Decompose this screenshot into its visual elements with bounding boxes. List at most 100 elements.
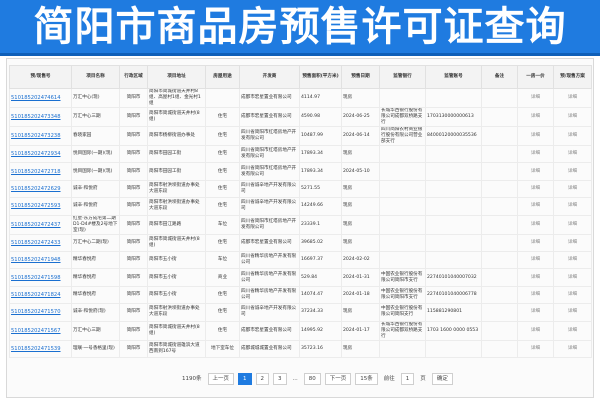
project-address: 简阳市简城街道天井村(8组) [147, 233, 206, 252]
license-number-link[interactable]: 510185202472433 [9, 233, 72, 252]
project-name: 理联·一号香格里(现) [71, 339, 120, 358]
plan-detail-link[interactable]: 详细 [553, 285, 592, 305]
presale-area: 4590.98 [299, 107, 342, 127]
price-detail-link[interactable]: 详细 [517, 126, 554, 146]
building-use: 住宅 [205, 285, 240, 305]
license-number-link[interactable]: 510185202472934 [9, 144, 72, 164]
price-detail-link[interactable]: 详细 [517, 285, 554, 305]
page-button-3[interactable]: 3 [273, 373, 287, 385]
plan-detail-link[interactable]: 详细 [553, 214, 592, 235]
plan-detail-link[interactable]: 详细 [553, 320, 592, 341]
presale-area: 14074.47 [299, 285, 342, 305]
building-use: 住宅 [205, 144, 240, 164]
plan-detail-link[interactable]: 详细 [553, 179, 592, 199]
plan-detail-link[interactable]: 详细 [553, 303, 592, 322]
presale-date: 现房 [341, 88, 380, 108]
building-use: 地下室车位 [205, 339, 240, 358]
building-use: 车位 [205, 250, 240, 270]
remark [481, 250, 518, 270]
project-name: 精华春悦府 [71, 268, 120, 287]
col-header: 预售面积(平方米) [299, 65, 342, 89]
license-number-link[interactable]: 510185202473348 [9, 107, 72, 127]
license-number-link[interactable]: 510185202471824 [9, 285, 72, 305]
building-use: 住宅 [205, 320, 240, 341]
table-row: 510185202473238 春晓家园 简阳市 简阳市杨柳街道办事处 住宅 四川省简阳市… [9, 126, 592, 146]
license-number-link[interactable]: 510185202471598 [9, 268, 72, 287]
building-use: 住宅 [205, 197, 240, 216]
license-number-link[interactable]: 510185202472593 [9, 197, 72, 216]
project-address: 简阳市杨柳街道办事处 [147, 126, 206, 146]
table-row: 510185202472934 悦目国际(一期)(现) 简阳市 简阳市田园工街 住宅 四川… [9, 144, 592, 164]
price-detail-link[interactable]: 详细 [517, 250, 554, 270]
plan-detail-link[interactable]: 详细 [553, 126, 592, 146]
page-button-2[interactable]: 2 [255, 373, 270, 385]
page-button-1[interactable]: 1 [238, 373, 252, 385]
price-detail-link[interactable]: 详细 [517, 339, 554, 358]
license-number-link[interactable]: 510185202471539 [9, 339, 72, 358]
project-name: 春晓家园 [71, 126, 120, 146]
total-count: 1190条 [182, 376, 202, 382]
page-button-80[interactable]: 80 [303, 373, 321, 385]
license-number-link[interactable]: 510185202472437 [9, 214, 72, 235]
license-number-link[interactable]: 510185202472629 [9, 179, 72, 199]
building-use: 住宅 [205, 107, 240, 127]
district: 简阳市 [119, 197, 148, 216]
price-detail-link[interactable]: 详细 [517, 162, 554, 181]
remark [481, 107, 518, 127]
price-detail-link[interactable]: 详细 [517, 303, 554, 322]
building-use: 商业 [205, 268, 240, 287]
plan-detail-link[interactable]: 详细 [553, 107, 592, 127]
presale-date: 2024-05-10 [341, 162, 380, 181]
plan-detail-link[interactable]: 详细 [553, 233, 592, 252]
price-detail-link[interactable]: 详细 [517, 320, 554, 341]
developer: 四川省诚辛地产开发有限公司 [239, 179, 300, 199]
plan-detail-link[interactable]: 详细 [553, 144, 592, 164]
plan-detail-link[interactable]: 详细 [553, 250, 592, 270]
project-name: 悦目国际(一期)(现) [71, 162, 120, 181]
license-number-link[interactable]: 510185202472718 [9, 162, 72, 181]
license-number-link[interactable]: 510185202471570 [9, 303, 72, 322]
building-use: 住宅 [205, 303, 240, 322]
district: 简阳市 [119, 214, 148, 235]
page-size-select[interactable]: 15条 [355, 373, 378, 385]
price-detail-link[interactable]: 详细 [517, 88, 554, 108]
plan-detail-link[interactable]: 详细 [553, 197, 592, 216]
price-detail-link[interactable]: 详细 [517, 107, 554, 127]
goto-page-input[interactable]: 1 [400, 373, 415, 385]
supervising-bank: 中国农业银行股份有限公司简阳支行 [379, 303, 426, 322]
page-title: 简阳市商品房预售许可证查询 [33, 4, 567, 50]
plan-detail-link[interactable]: 详细 [553, 88, 592, 108]
building-use [205, 88, 240, 108]
license-number-link[interactable]: 510185202474614 [9, 88, 72, 108]
price-detail-link[interactable]: 详细 [517, 214, 554, 235]
license-number-link[interactable]: 510185202471567 [9, 320, 72, 341]
prev-page-button[interactable]: 上一页 [207, 373, 235, 385]
developer: 成都市宏星置业有限公司 [239, 320, 300, 341]
district: 简阳市 [119, 88, 148, 108]
price-detail-link[interactable]: 详细 [517, 144, 554, 164]
district: 简阳市 [119, 179, 148, 199]
license-number-link[interactable]: 510185202473238 [9, 126, 72, 146]
license-number-link[interactable]: 510185202471948 [9, 250, 72, 270]
plan-detail-link[interactable]: 详细 [553, 162, 592, 181]
goto-confirm-button[interactable]: 确定 [431, 373, 453, 385]
price-detail-link[interactable]: 详细 [517, 268, 554, 287]
project-name: 万汇中心二期(现) [71, 233, 120, 252]
supervising-bank: 长城华西银行股份有限公司成都双桥路支行 [379, 107, 426, 127]
plan-detail-link[interactable]: 详细 [553, 339, 592, 358]
price-detail-link[interactable]: 详细 [517, 233, 554, 252]
supervision-account: 115881290801 [425, 303, 482, 322]
price-detail-link[interactable]: 详细 [517, 197, 554, 216]
plan-detail-link[interactable]: 详细 [553, 268, 592, 287]
next-page-button[interactable]: 下一页 [324, 373, 352, 385]
presale-date: 2024-01-17 [341, 320, 380, 341]
district: 简阳市 [119, 303, 148, 322]
presale-area: 14249.66 [299, 197, 342, 216]
price-detail-link[interactable]: 详细 [517, 179, 554, 199]
project-address: 简阳市田园工街 [147, 144, 206, 164]
project-name: 万汇中心(现) [71, 88, 120, 108]
district: 简阳市 [119, 268, 148, 287]
table-row: 510185202474614 万汇中心(现) 简阳市 简阳市简城街道天井村8组、高屋… [9, 88, 592, 108]
presale-date: 2024-01-18 [341, 285, 380, 305]
presale-area: 39685.02 [299, 233, 342, 252]
